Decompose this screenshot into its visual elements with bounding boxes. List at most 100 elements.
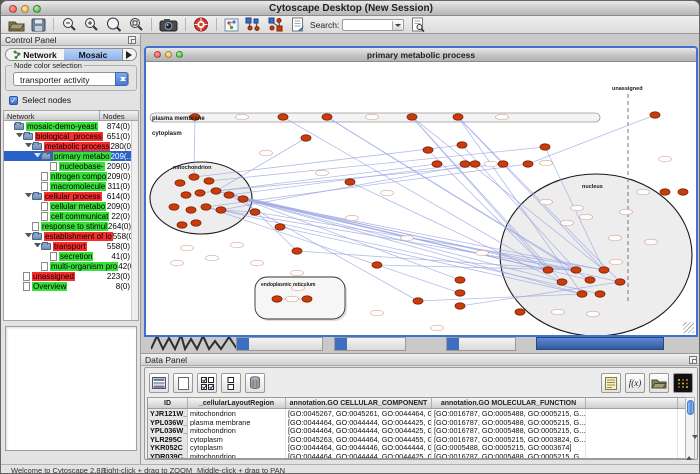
- network-view-titlebar[interactable]: primary metabolic process: [146, 48, 696, 62]
- open-file-icon[interactable]: [5, 17, 28, 33]
- tree-row[interactable]: macromolecule311(0): [4, 181, 138, 191]
- network-node[interactable]: [372, 262, 382, 268]
- expand-arrow-icon[interactable]: [24, 142, 32, 150]
- combo-stepper-icon[interactable]: [115, 72, 128, 86]
- network-node[interactable]: [453, 114, 463, 120]
- tree-row[interactable]: Overview8(0): [4, 281, 138, 291]
- network-node[interactable]: [455, 290, 465, 296]
- network-node[interactable]: [216, 207, 226, 213]
- column-header[interactable]: _cellularLayoutRegion: [188, 398, 286, 408]
- network-node[interactable]: [345, 179, 355, 185]
- background-window[interactable]: [236, 337, 323, 351]
- tab-mosaic[interactable]: Mosaic: [64, 49, 122, 60]
- network-node[interactable]: [650, 112, 660, 118]
- new-attribute-icon[interactable]: [173, 373, 193, 393]
- expand-arrow-icon[interactable]: [15, 132, 23, 140]
- network-node[interactable]: [181, 192, 191, 198]
- scrollbar-thumb[interactable]: [687, 400, 694, 415]
- network-node[interactable]: [557, 279, 567, 285]
- tree-row[interactable]: transport558(0): [4, 241, 138, 251]
- matrix-view-icon[interactable]: [673, 373, 693, 393]
- network-node[interactable]: [595, 291, 605, 297]
- float-panel-icon[interactable]: [689, 356, 697, 364]
- network-node[interactable]: [470, 161, 480, 167]
- column-header[interactable]: ID: [148, 398, 188, 408]
- column-header[interactable]: annotation.GO MOLECULAR_FUNCTION: [432, 398, 586, 408]
- network-node[interactable]: [615, 279, 625, 285]
- tree-row[interactable]: unassigned223(0): [4, 271, 138, 281]
- layout-b-icon[interactable]: [265, 17, 288, 33]
- tree-row[interactable]: nitrogen compo209(0): [4, 171, 138, 181]
- resize-grip-icon[interactable]: [683, 322, 694, 333]
- expand-arrow-icon[interactable]: [33, 242, 41, 250]
- column-network[interactable]: Network: [4, 111, 100, 120]
- network-node[interactable]: [457, 142, 467, 148]
- network-node[interactable]: [175, 180, 185, 186]
- network-node[interactable]: [224, 192, 234, 198]
- network-edge[interactable]: [216, 138, 306, 191]
- attribute-table-row[interactable]: YPL036W__1mitochondrion[GO:0044464, GO:0…: [148, 426, 688, 435]
- network-node[interactable]: [515, 309, 525, 315]
- zoom-in-icon[interactable]: [80, 17, 102, 33]
- attribute-table-row[interactable]: YKR052Ccytoplasm[GO:0044464, GO:0044446,…: [148, 443, 688, 452]
- attribute-table-row[interactable]: YDR039C__1mitochondrion[GO:0044464, GO:0…: [148, 452, 688, 459]
- import-icon[interactable]: [288, 17, 308, 33]
- network-tree[interactable]: mosaic-demo-yeast874(0)biological_proces…: [3, 121, 139, 321]
- snapshot-icon[interactable]: [156, 17, 181, 33]
- network-view-window[interactable]: primary metabolic process plasma membran…: [144, 46, 698, 337]
- column-header[interactable]: annotation.GO CELLULAR_COMPONENT: [286, 398, 432, 408]
- network-node[interactable]: [302, 296, 312, 302]
- table-scrollbar[interactable]: [685, 397, 695, 459]
- tree-row[interactable]: biological_process651(0): [4, 131, 138, 141]
- attribute-table[interactable]: ID_cellularLayoutRegionannotation.GO CEL…: [147, 397, 689, 459]
- tree-row[interactable]: secretion41(0): [4, 251, 138, 261]
- select-nodes-checkbox[interactable]: ✓: [9, 96, 18, 105]
- float-panel-icon[interactable]: [128, 36, 136, 44]
- tree-row[interactable]: cellular metabo209(0): [4, 201, 138, 211]
- attribute-table-row[interactable]: YLR295Ccytoplasm[GO:0045263, GO:0044464,…: [148, 435, 688, 444]
- tree-row[interactable]: response to stimul264(0): [4, 221, 138, 231]
- zoom-fit-icon[interactable]: [102, 17, 125, 33]
- zoom-selected-icon[interactable]: [125, 17, 147, 33]
- attribute-table-row[interactable]: YPL036W__2plasma membrane[GO:0044464, GO…: [148, 418, 688, 427]
- network-node[interactable]: [543, 267, 553, 273]
- expand-arrow-icon[interactable]: [24, 232, 32, 240]
- network-node[interactable]: [272, 296, 282, 302]
- network-node[interactable]: [204, 178, 214, 184]
- network-node[interactable]: [498, 161, 508, 167]
- network-node[interactable]: [250, 209, 260, 215]
- help-ring-icon[interactable]: [190, 17, 212, 33]
- import-attributes-icon[interactable]: [649, 373, 669, 393]
- network-node[interactable]: [585, 277, 595, 283]
- network-node[interactable]: [191, 220, 201, 226]
- network-node[interactable]: [571, 267, 581, 273]
- network-node[interactable]: [322, 114, 332, 120]
- tab-network[interactable]: Network: [6, 49, 64, 60]
- search-config-icon[interactable]: [408, 17, 428, 33]
- tree-row[interactable]: mosaic-demo-yeast874(0): [4, 121, 138, 131]
- network-overview-icon[interactable]: [221, 17, 242, 33]
- column-header[interactable]: [586, 398, 678, 408]
- node-color-select[interactable]: transporter activity: [13, 72, 129, 86]
- network-node[interactable]: [413, 298, 423, 304]
- network-canvas[interactable]: plasma membranecytoplasmmitochondrionnuc…: [146, 62, 696, 335]
- search-dropdown-icon[interactable]: [392, 21, 402, 30]
- network-edge[interactable]: [229, 195, 548, 270]
- birds-eye-view[interactable]: [5, 326, 137, 451]
- network-node[interactable]: [432, 161, 442, 167]
- tree-row[interactable]: metabolic process280(0): [4, 141, 138, 151]
- tree-row[interactable]: establishment of lo558(0): [4, 231, 138, 241]
- network-node[interactable]: [292, 248, 302, 254]
- network-node[interactable]: [189, 174, 199, 180]
- network-node[interactable]: [195, 190, 205, 196]
- expand-arrow-icon[interactable]: [24, 192, 32, 200]
- tree-row[interactable]: cellular process614(0): [4, 191, 138, 201]
- network-node[interactable]: [460, 161, 470, 167]
- tree-row[interactable]: cell communicat22(0): [4, 211, 138, 221]
- attribute-table-row[interactable]: YJR121W__1mitochondrion[GO:0045267, GO:0…: [148, 409, 688, 418]
- tree-scrollbar[interactable]: [131, 121, 138, 320]
- network-node[interactable]: [275, 224, 285, 230]
- network-node[interactable]: [177, 222, 187, 228]
- zoom-out-icon[interactable]: [58, 17, 80, 33]
- region-nucleus[interactable]: [500, 174, 692, 335]
